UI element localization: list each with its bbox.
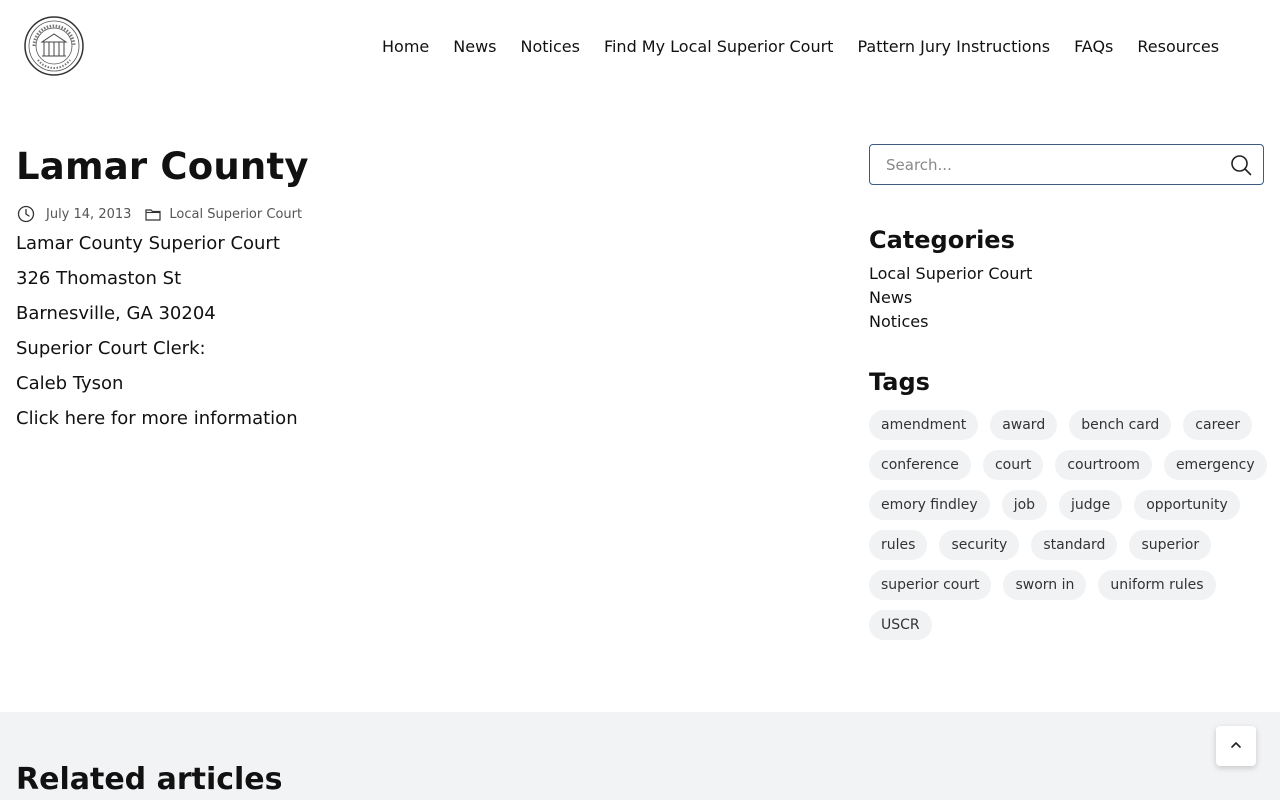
tag-link[interactable]: amendment <box>869 410 979 440</box>
post-date: July 14, 2013 <box>46 206 132 222</box>
post-meta: July 14, 2013 Local Superior Court <box>16 204 796 224</box>
chevron-up-icon <box>1229 738 1243 755</box>
tag-link[interactable]: uniform rules <box>1098 570 1216 600</box>
more-info-link[interactable]: Click here for more information <box>16 408 298 429</box>
tag-link[interactable]: conference <box>869 450 971 480</box>
clerk-label: Superior Court Clerk: <box>16 338 206 359</box>
nav-resources[interactable]: Resources <box>1125 36 1231 58</box>
search-button[interactable] <box>1229 153 1253 177</box>
tag-link[interactable]: emergency <box>1163 450 1267 480</box>
city-state-zip: Barnesville, GA 30204 <box>16 303 216 324</box>
tag-link[interactable]: standard <box>1031 530 1118 560</box>
tag-link[interactable]: bench card <box>1069 410 1172 440</box>
nav-news[interactable]: News <box>441 36 508 58</box>
article: Lamar County July 14, 2013 Local Superio… <box>16 140 796 436</box>
category-notices[interactable]: Notices <box>869 312 928 331</box>
georgia-seal-logo[interactable] <box>24 16 84 76</box>
tag-link[interactable]: security <box>939 530 1020 560</box>
nav-home[interactable]: Home <box>370 36 441 58</box>
tag-link[interactable]: emory findley <box>869 490 990 520</box>
nav-find-local-court[interactable]: Find My Local Superior Court <box>592 36 846 58</box>
tag-cloud: amendment award bench card career confer… <box>869 410 1269 640</box>
tag-link[interactable]: court <box>982 450 1044 480</box>
tag-link[interactable]: judge <box>1059 490 1123 520</box>
street-address: 326 Thomaston St <box>16 268 182 289</box>
tag-link[interactable]: award <box>990 410 1058 440</box>
tag-link[interactable]: superior <box>1129 530 1212 560</box>
search-icon <box>1229 155 1253 180</box>
nav-pattern-jury[interactable]: Pattern Jury Instructions <box>845 36 1062 58</box>
tag-link[interactable]: superior court <box>869 570 992 600</box>
search-box <box>869 144 1264 185</box>
folder-icon <box>143 204 163 224</box>
category-local-superior-court[interactable]: Local Superior Court <box>869 264 1032 283</box>
category-news[interactable]: News <box>869 288 912 307</box>
related-articles-section: Related articles <box>0 712 1280 800</box>
article-body: Lamar County Superior Court 326 Thomasto… <box>16 226 796 436</box>
site-header: Home News Notices Find My Local Superior… <box>0 0 1280 94</box>
sidebar: Categories Local Superior Court News Not… <box>869 144 1267 640</box>
categories-heading: Categories <box>869 226 1015 254</box>
clerk-name: Caleb Tyson <box>16 373 124 394</box>
search-input[interactable] <box>870 145 1210 184</box>
tags-heading: Tags <box>869 368 930 396</box>
post-category-link[interactable]: Local Superior Court <box>169 207 302 222</box>
court-name: Lamar County Superior Court <box>16 233 280 254</box>
main-nav: Home News Notices Find My Local Superior… <box>370 36 1231 58</box>
tag-link[interactable]: job <box>1001 490 1048 520</box>
nav-faqs[interactable]: FAQs <box>1062 36 1125 58</box>
category-list: Local Superior Court News Notices <box>869 262 1264 334</box>
tag-link[interactable]: career <box>1183 410 1253 440</box>
scroll-to-top-button[interactable] <box>1216 726 1256 766</box>
tag-link[interactable]: sworn in <box>1003 570 1087 600</box>
tag-link[interactable]: USCR <box>869 610 932 640</box>
tag-link[interactable]: rules <box>869 530 928 560</box>
related-articles-heading: Related articles <box>16 762 283 797</box>
nav-notices[interactable]: Notices <box>508 36 591 58</box>
tag-link[interactable]: courtroom <box>1055 450 1152 480</box>
tag-link[interactable]: opportunity <box>1134 490 1240 520</box>
page-title: Lamar County <box>16 145 309 188</box>
clock-icon <box>16 204 36 224</box>
